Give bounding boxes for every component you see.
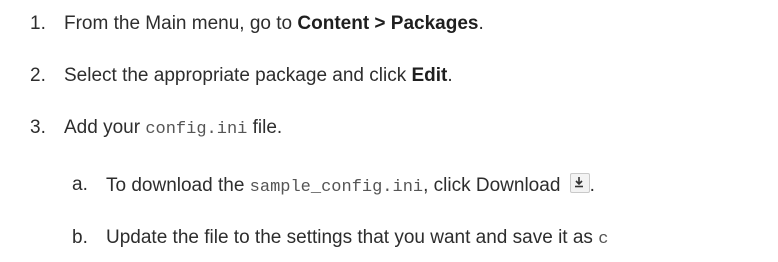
substep-text: Update the file to the settings that you…: [106, 226, 608, 252]
step-text-before: Add your: [64, 117, 146, 138]
substep-trail: .: [589, 175, 595, 196]
substep-text-body: Update the file to the settings that you…: [106, 227, 599, 248]
step-text-before: Select the appropriate package and click: [64, 65, 412, 86]
step-text: Select the appropriate package and click…: [64, 64, 453, 88]
step-text-before: From the Main menu, go to: [64, 13, 298, 34]
download-icon[interactable]: [569, 173, 590, 193]
substep-trail: c: [598, 230, 609, 249]
sample-config-filename: sample_config.ini: [249, 178, 424, 197]
step-text-after: .: [478, 13, 484, 34]
step-text: From the Main menu, go to Content > Pack…: [64, 12, 484, 36]
step-text: Add your config.ini file.: [64, 116, 282, 142]
step-text-after: file.: [247, 117, 283, 138]
step-text-after: .: [447, 65, 453, 86]
substep-text-after: , click Download: [423, 175, 566, 196]
substep-text: To download the sample_config.ini, click…: [106, 173, 595, 200]
config-filename: config.ini: [145, 120, 248, 139]
edit-label: Edit: [411, 65, 448, 86]
menu-path: Content > Packages: [297, 13, 479, 34]
substep-text-before: To download the: [106, 175, 250, 196]
